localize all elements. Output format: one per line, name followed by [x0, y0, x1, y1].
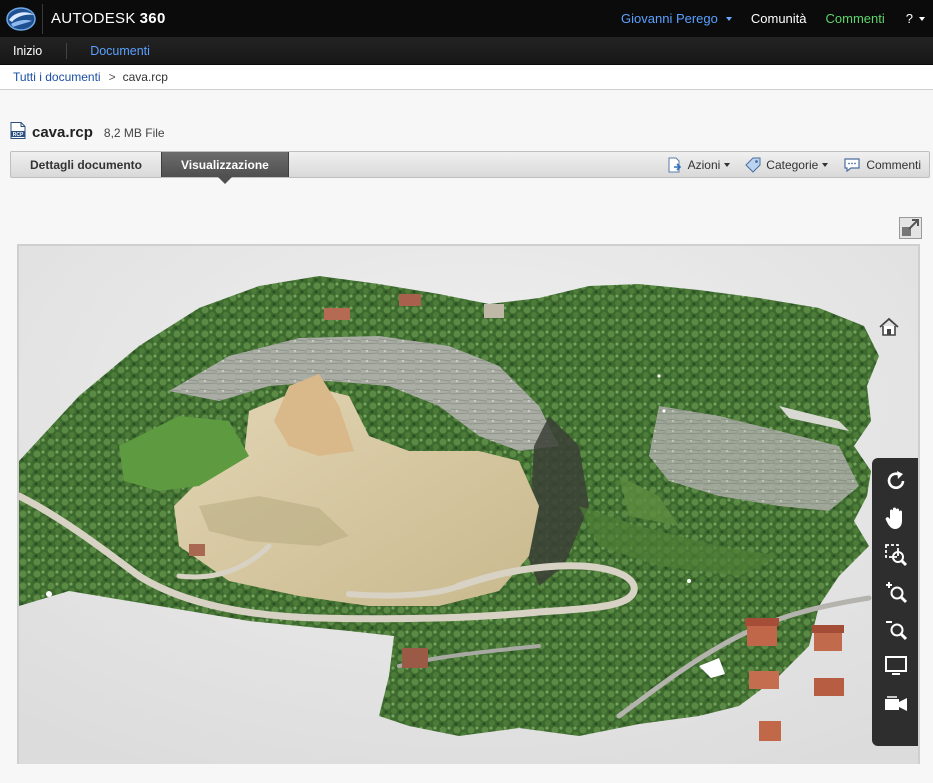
categories-label: Categorie	[766, 157, 819, 172]
community-link[interactable]: Comunità	[751, 11, 807, 26]
tab-document-details[interactable]: Dettagli documento	[11, 152, 161, 177]
tag-icon	[745, 157, 761, 173]
rcp-file-icon: RCP	[10, 122, 26, 139]
chevron-down-icon	[725, 16, 732, 21]
actions-icon	[668, 157, 681, 172]
categories-menu[interactable]: Categorie	[745, 157, 829, 173]
user-menu[interactable]: Giovanni Perego	[621, 11, 732, 26]
tab-view-label: Visualizzazione	[181, 157, 269, 172]
user-name: Giovanni Perego	[621, 11, 718, 26]
autodesk-logo[interactable]: AUTODESK 360	[0, 0, 166, 37]
svg-text:RCP: RCP	[13, 132, 24, 138]
document-tabs: Dettagli documento Visualizzazione Azion…	[10, 151, 930, 184]
nav-documents[interactable]: Documenti	[67, 44, 150, 58]
logo-divider	[42, 3, 43, 34]
fullscreen-icon[interactable]	[899, 217, 922, 239]
help-label: ?	[905, 11, 913, 26]
comments-button[interactable]: Commenti	[843, 157, 921, 173]
zoom-window-icon[interactable]	[881, 540, 911, 570]
comment-bubble-icon	[844, 157, 860, 172]
fit-screen-icon[interactable]	[881, 651, 911, 681]
breadcrumb: Tutti i documenti > cava.rcp	[0, 65, 933, 90]
zoom-out-icon[interactable]	[881, 614, 911, 644]
chevron-down-icon	[822, 162, 829, 167]
brand-name: AUTODESK 360	[51, 10, 166, 27]
comments-label: Commenti	[866, 157, 921, 172]
document-page: RCP cava.rcp 8,2 MB File Dettagli docume…	[0, 90, 933, 783]
comments-link[interactable]: Commenti	[826, 11, 885, 26]
file-header: RCP cava.rcp 8,2 MB File	[10, 120, 165, 141]
file-title: cava.rcp	[32, 124, 93, 141]
autodesk-logo-icon	[6, 6, 36, 31]
zoom-in-icon[interactable]	[881, 577, 911, 607]
breadcrumb-all-documents[interactable]: Tutti i documenti	[13, 70, 101, 84]
top-bar: AUTODESK 360 Giovanni Perego Comunità Com…	[0, 0, 933, 37]
tab-view[interactable]: Visualizzazione	[161, 152, 289, 184]
orbit-icon[interactable]	[881, 466, 911, 496]
active-tab-pointer	[218, 177, 233, 184]
chevron-down-icon	[724, 162, 731, 167]
chevron-down-icon	[919, 16, 925, 21]
camera-icon[interactable]	[881, 688, 911, 718]
breadcrumb-current: cava.rcp	[122, 70, 168, 84]
breadcrumb-separator: >	[108, 70, 116, 84]
actions-menu[interactable]: Azioni	[667, 157, 731, 173]
file-size: 8,2 MB File	[103, 126, 165, 140]
main-nav: Inizio Documenti	[0, 37, 933, 65]
help-menu[interactable]: ?	[906, 11, 925, 26]
home-view-icon[interactable]	[878, 317, 900, 337]
pan-icon[interactable]	[881, 503, 911, 533]
point-cloud-viewer[interactable]	[17, 244, 920, 764]
quarry-point-cloud[interactable]	[19, 246, 920, 764]
nav-home[interactable]: Inizio	[0, 44, 42, 58]
actions-label: Azioni	[687, 157, 721, 172]
viewer-toolbar	[872, 458, 918, 746]
